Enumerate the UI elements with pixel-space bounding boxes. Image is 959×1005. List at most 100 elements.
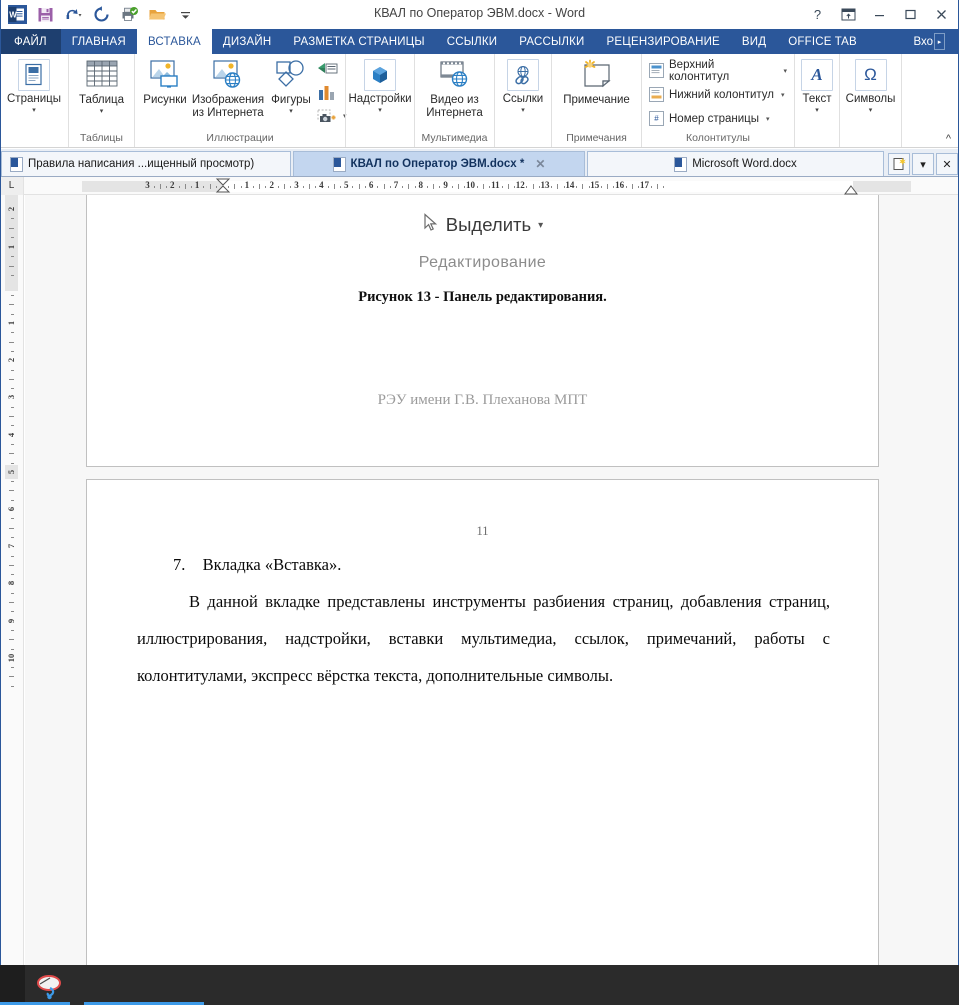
chevron-down-icon[interactable]: ▾ xyxy=(289,108,293,116)
ruler-number: 9 xyxy=(6,618,16,623)
ruler-tick xyxy=(402,185,404,188)
document-page-1[interactable]: Выделить ▾ Редактирование Рисунок 13 - П… xyxy=(86,195,879,467)
online-video-button[interactable]: Видео из Интернета xyxy=(420,58,490,119)
chevron-down-icon[interactable]: ▾ xyxy=(766,115,770,123)
footer-icon xyxy=(649,87,664,102)
symbols-button[interactable]: Ω Символы ▾ xyxy=(843,58,899,115)
ribbon-tab-review[interactable]: РЕЦЕНЗИРОВАНИЕ xyxy=(596,29,731,54)
ruler-tick xyxy=(489,185,491,188)
chevron-down-icon[interactable]: ▾ xyxy=(378,107,382,115)
document-page-2[interactable]: 11 7. Вкладка «Вставка». В данной вкладк… xyxy=(86,479,879,965)
sign-in-area[interactable]: Вхо ▸ xyxy=(913,29,945,54)
ruler-tick xyxy=(532,183,534,189)
ribbon-tab-office-tab[interactable]: OFFICE TAB xyxy=(777,29,868,54)
ruler-tick xyxy=(458,183,460,189)
office-tab-1[interactable]: Правила написания ...ищенный просмотр) xyxy=(1,151,291,176)
chart-button[interactable] xyxy=(317,82,347,103)
addins-button[interactable]: Надстройки ▾ xyxy=(348,58,412,115)
chevron-down-icon[interactable]: ▾ xyxy=(32,107,36,115)
taskbar[interactable] xyxy=(0,965,959,1005)
ribbon-display-options-icon[interactable] xyxy=(833,0,864,29)
pictures-button[interactable]: Рисунки xyxy=(139,58,191,107)
pages-button[interactable]: Страницы ▾ xyxy=(4,58,64,115)
help-icon[interactable]: ? xyxy=(802,0,833,29)
pictures-label: Рисунки xyxy=(143,94,187,106)
ruler-tick xyxy=(10,555,14,557)
ruler-tick xyxy=(433,183,435,189)
taskbar-item-paint[interactable] xyxy=(30,969,70,1003)
ribbon-tab-references[interactable]: ССЫЛКИ xyxy=(436,29,509,54)
vertical-ruler[interactable]: 2 1 1 2 3 4 5 6 7 8 9 10 xyxy=(0,195,24,965)
office-tab-3[interactable]: Microsoft Word.docx xyxy=(587,151,884,176)
ribbon-tab-page-layout[interactable]: РАЗМЕТКА СТРАНИЦЫ xyxy=(282,29,435,54)
footer-button[interactable]: Нижний колонтитул ▾ xyxy=(646,84,788,105)
customize-qat-icon[interactable] xyxy=(172,3,198,27)
chevron-down-icon[interactable]: ▾ xyxy=(100,108,104,116)
document-canvas[interactable]: Выделить ▾ Редактирование Рисунок 13 - П… xyxy=(25,195,958,965)
links-icon xyxy=(507,59,539,91)
office-tab-2[interactable]: КВАЛ по Оператор ЭВМ.docx * ✕ xyxy=(293,151,585,176)
table-button[interactable]: Таблица ▾ xyxy=(74,58,129,116)
chevron-down-icon[interactable]: ▾ xyxy=(783,67,787,75)
collapse-ribbon-button[interactable]: ^ xyxy=(946,133,951,145)
ribbon-tab-mailings[interactable]: РАССЫЛКИ xyxy=(508,29,595,54)
online-pictures-button[interactable]: Изображения из Интернета xyxy=(191,58,265,119)
chevron-down-icon[interactable]: ▾ xyxy=(521,107,525,115)
ribbon-tab-insert[interactable]: ВСТАВКА xyxy=(136,29,212,54)
header-button[interactable]: Верхний колонтитул ▾ xyxy=(646,59,790,83)
ruler-track[interactable]: 3 2 1 1 2 3 4 5 6 7 8 9 10 11 12 13 14 15 16 17 xyxy=(24,178,959,194)
tab-menu-button[interactable]: ▾ xyxy=(912,153,934,175)
ribbon-tab-file[interactable]: ФАЙЛ xyxy=(0,29,61,54)
ribbon-group-tables: Таблица ▾ Таблицы xyxy=(68,54,134,147)
ribbon-group-links: Ссылки ▾ xyxy=(494,54,551,147)
text-button[interactable]: A Текст ▾ xyxy=(798,58,836,115)
ruler-tick xyxy=(9,602,14,603)
ruler-number: 2 xyxy=(6,206,16,212)
redo-icon[interactable] xyxy=(88,3,114,27)
ruler-tick xyxy=(10,388,14,390)
ruler-tick xyxy=(166,185,168,188)
ruler-number: 8 xyxy=(6,581,16,586)
ribbon-group-comments: Примечание Примечания xyxy=(551,54,641,147)
ribbon-tab-view[interactable]: ВИД xyxy=(731,29,777,54)
ruler-tick xyxy=(10,236,14,238)
text-label: Текст xyxy=(802,93,832,105)
close-icon[interactable]: ✕ xyxy=(535,157,545,171)
ribbon-group-pages-label xyxy=(0,132,68,147)
smartart-button[interactable] xyxy=(317,59,347,80)
ruler-tick xyxy=(632,183,634,189)
ruler-number: 6 xyxy=(6,506,16,512)
ruler-tick xyxy=(10,481,14,483)
links-button[interactable]: Ссылки ▾ xyxy=(497,58,549,115)
undo-icon[interactable] xyxy=(60,3,86,27)
minimize-button[interactable] xyxy=(864,0,895,29)
ruler-tick xyxy=(9,265,14,267)
ruler-tick xyxy=(9,527,14,529)
ruler-tick xyxy=(414,185,416,188)
ruler-number: 1 xyxy=(194,179,200,190)
chevron-down-icon[interactable]: ▾ xyxy=(815,107,819,115)
shapes-button[interactable]: Фигуры ▾ xyxy=(265,58,317,116)
close-tab-button[interactable]: ✕ xyxy=(936,153,958,175)
ruler-tick xyxy=(501,185,503,188)
comment-button[interactable]: Примечание xyxy=(555,58,639,107)
print-preview-icon[interactable] xyxy=(116,3,142,27)
tab-selector-button[interactable]: L xyxy=(0,176,24,195)
horizontal-ruler[interactable]: L 3 2 1 1 2 3 4 5 6 7 8 9 10 11 12 13 14 15 16 17 xyxy=(0,176,959,195)
new-tab-button[interactable] xyxy=(888,153,910,175)
ruler-tick xyxy=(526,185,528,188)
chevron-down-icon[interactable]: ▾ xyxy=(781,91,785,99)
maximize-button[interactable] xyxy=(895,0,926,29)
word-logo-icon[interactable]: W xyxy=(4,3,30,27)
chevron-down-icon[interactable]: ▾ xyxy=(869,107,873,115)
symbols-label: Символы xyxy=(845,93,896,105)
screenshot-button[interactable]: ▾ xyxy=(317,105,347,126)
page-number-button[interactable]: # Номер страницы ▾ xyxy=(646,108,773,129)
ribbon-tab-design[interactable]: ДИЗАЙН xyxy=(212,29,282,54)
open-icon[interactable] xyxy=(144,3,170,27)
chevron-right-icon[interactable]: ▸ xyxy=(934,33,945,50)
save-icon[interactable] xyxy=(32,3,58,27)
close-button[interactable] xyxy=(926,0,957,29)
ribbon-tab-home[interactable]: ГЛАВНАЯ xyxy=(61,29,137,54)
ruler-number: 15 xyxy=(590,179,600,190)
